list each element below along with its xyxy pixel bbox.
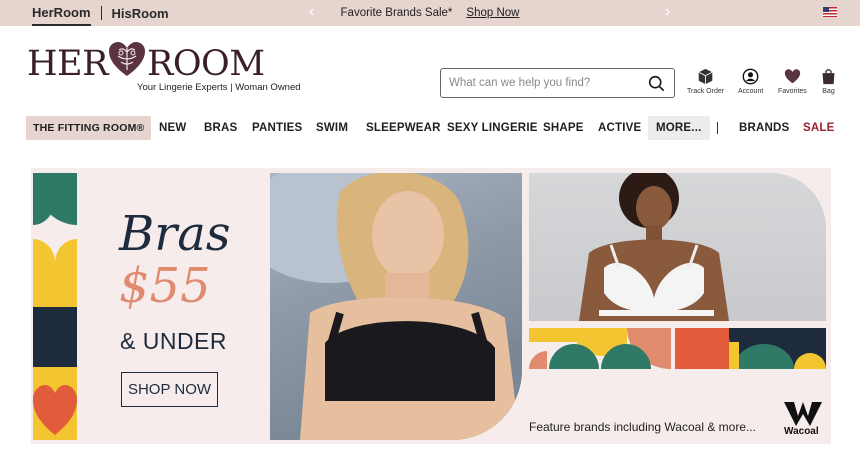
- heart-icon: [784, 69, 801, 84]
- model-illustration-1: [270, 173, 522, 440]
- main-navigation: THE FITTING ROOM® NEW BRAS PANTIES SWIM …: [26, 116, 846, 140]
- hero-title: Bras: [119, 206, 231, 262]
- promo-message: Favorite Brands Sale* Shop Now: [0, 0, 860, 26]
- nav-active[interactable]: ACTIVE: [598, 116, 641, 140]
- hero-subtitle: & UNDER: [120, 328, 228, 354]
- hero-photo-white-lace-bra: [529, 173, 826, 321]
- nav-fitting-room[interactable]: THE FITTING ROOM®: [26, 116, 152, 140]
- feature-brands-text: Feature brands including Wacoal & more..…: [529, 420, 756, 434]
- nav-panties[interactable]: PANTIES: [252, 116, 302, 140]
- nav-bras[interactable]: BRAS: [204, 116, 237, 140]
- geometric-pattern-right: [529, 328, 826, 369]
- promo-prev-arrow-icon[interactable]: ‹: [309, 3, 314, 21]
- nav-sexy-lingerie[interactable]: SEXY LINGERIE: [447, 116, 538, 140]
- shop-now-button[interactable]: SHOP NOW: [121, 372, 218, 407]
- geometric-pattern-left: [33, 173, 77, 440]
- nav-divider: [717, 122, 718, 134]
- tagline: Your Lingerie Experts | Woman Owned: [137, 82, 301, 93]
- nav-swim[interactable]: SWIM: [316, 116, 348, 140]
- herroom-logo[interactable]: HER ROOM Your Lingerie Experts | Woman O…: [27, 40, 317, 96]
- nav-sale[interactable]: SALE: [803, 116, 834, 140]
- nav-shape[interactable]: SHAPE: [543, 116, 584, 140]
- account-button[interactable]: Account: [738, 68, 763, 95]
- bag-button[interactable]: Bag: [820, 68, 837, 95]
- search-box: [440, 68, 675, 98]
- hero-banner[interactable]: Bras $55 & UNDER SHOP NOW Feature brands…: [31, 168, 831, 444]
- model-illustration-2: [579, 173, 729, 321]
- nav-new[interactable]: NEW: [159, 116, 186, 140]
- promo-next-arrow-icon[interactable]: ›: [665, 3, 670, 21]
- announcement-bar: HerRoom HisRoom Favorite Brands Sale* Sh…: [0, 0, 860, 26]
- nav-more[interactable]: MORE...: [648, 116, 710, 140]
- account-label: Account: [738, 88, 764, 95]
- logo-her-text: HER: [27, 44, 108, 84]
- nav-brands[interactable]: BRANDS: [739, 116, 789, 140]
- track-order-button[interactable]: Track Order: [687, 68, 724, 95]
- search-icon[interactable]: [648, 75, 665, 92]
- promo-text: Favorite Brands Sale*: [340, 7, 453, 19]
- promo-shop-now-link[interactable]: Shop Now: [466, 7, 519, 19]
- logo-room-text: ROOM: [147, 44, 265, 84]
- favorites-label: Favorites: [778, 88, 807, 95]
- user-icon: [742, 68, 759, 85]
- us-flag-icon[interactable]: [823, 7, 837, 17]
- hero-price: $55: [119, 258, 211, 314]
- logo-heart-icon: [109, 42, 145, 76]
- wacoal-logo-label: Wacoal: [784, 426, 819, 437]
- track-order-label: Track Order: [687, 88, 725, 95]
- hero-photo-black-bralette: [270, 173, 522, 440]
- bag-label: Bag: [822, 88, 835, 95]
- favorites-button[interactable]: Favorites: [778, 68, 807, 95]
- bag-icon: [822, 69, 835, 85]
- nav-sleepwear[interactable]: SLEEPWEAR: [366, 116, 441, 140]
- box-icon: [698, 68, 713, 85]
- search-input[interactable]: [441, 77, 636, 89]
